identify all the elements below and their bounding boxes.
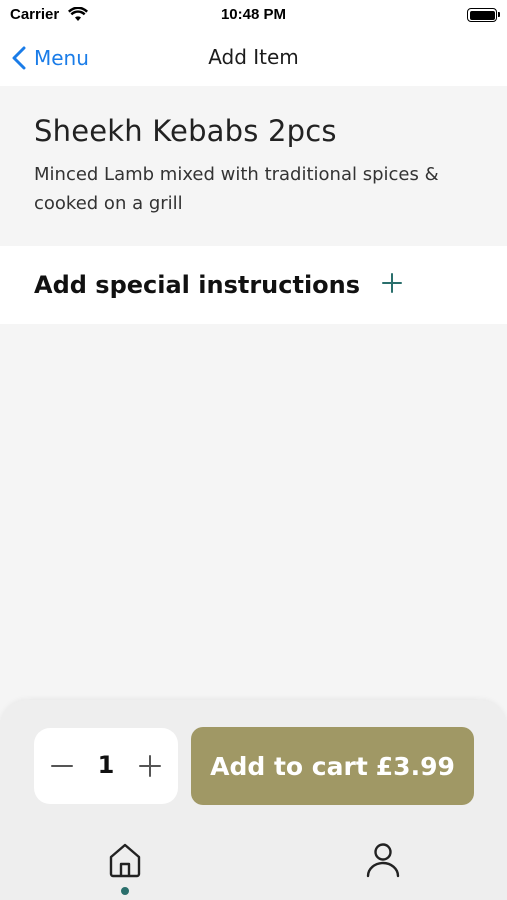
add-to-cart-button[interactable]: Add to cart £3.99 xyxy=(191,727,474,805)
profile-icon[interactable] xyxy=(363,840,403,880)
home-icon[interactable] xyxy=(105,840,145,880)
chevron-left-icon xyxy=(12,46,26,70)
active-tab-indicator xyxy=(121,887,129,895)
order-panel: 1 Add to cart £3.99 xyxy=(0,700,507,900)
plus-icon[interactable] xyxy=(136,752,164,780)
add-special-instructions-button[interactable]: Add special instructions xyxy=(0,246,507,324)
back-button-label: Menu xyxy=(34,46,89,70)
back-button[interactable]: Menu xyxy=(12,43,89,73)
special-instructions-label: Add special instructions xyxy=(34,271,361,299)
status-time: 10:48 PM xyxy=(220,6,287,23)
add-to-cart-label: Add to cart xyxy=(210,751,368,781)
price-label: £3.99 xyxy=(375,751,455,781)
item-name: Sheekh Kebabs 2pcs xyxy=(34,114,337,148)
item-description: Minced Lamb mixed with traditional spice… xyxy=(34,164,439,214)
battery-icon xyxy=(467,8,500,22)
item-info: Sheekh Kebabs 2pcs Minced Lamb mixed wit… xyxy=(0,86,507,244)
status-bar: Carrier 10:48 PM xyxy=(0,0,507,30)
plus-icon xyxy=(382,273,403,297)
quantity-stepper: 1 xyxy=(34,728,178,804)
navigation-bar: Menu Add Item xyxy=(0,30,507,86)
